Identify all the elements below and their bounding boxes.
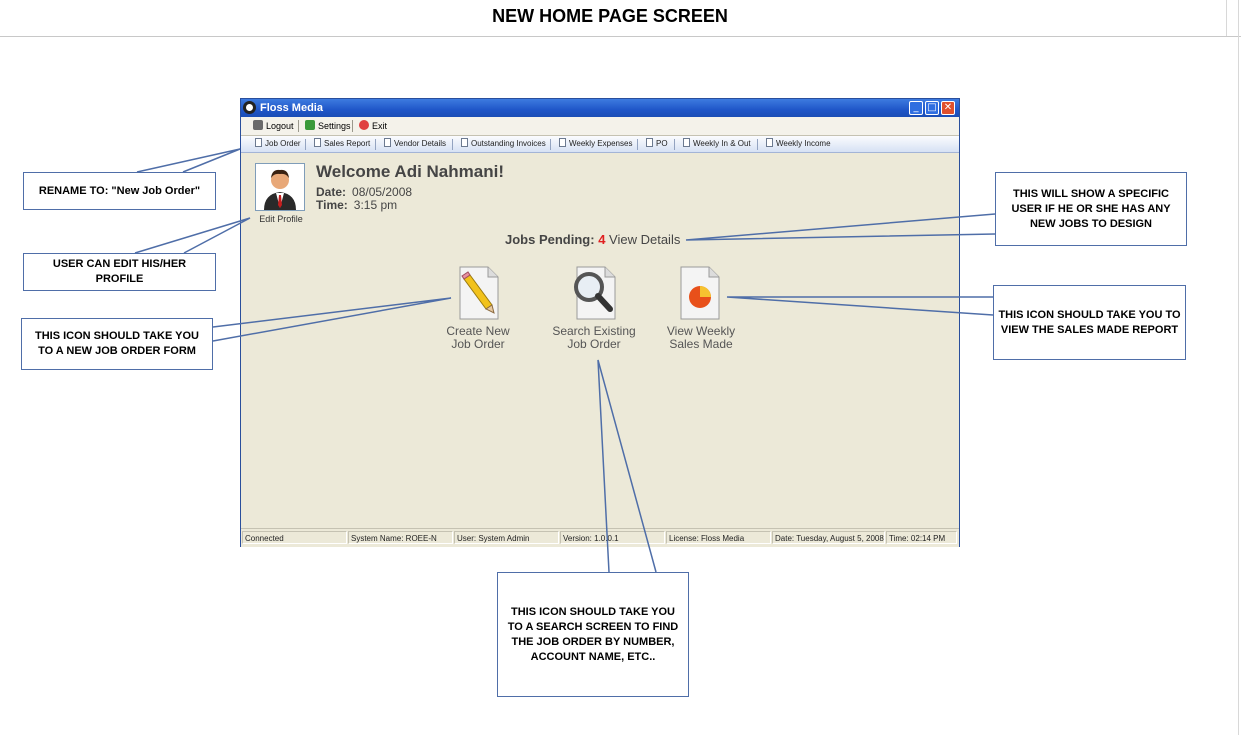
status-system-name: System Name: ROEE-N (348, 531, 453, 544)
toolbar: Job Order Sales Report Vendor Details Ou… (241, 136, 959, 153)
toolbar-separator (375, 139, 376, 150)
app-logo-icon (243, 101, 256, 114)
menu-separator (298, 120, 299, 132)
tab-outstanding-invoices[interactable]: Outstanding Invoices (461, 138, 546, 150)
document-icon (683, 138, 690, 147)
document-icon (384, 138, 391, 147)
status-user: User: System Admin (454, 531, 559, 544)
menu-logout-label: Logout (266, 121, 294, 131)
edit-profile-link[interactable]: Edit Profile (249, 214, 313, 224)
pie-chart-document-icon (680, 266, 720, 320)
date-label: Date: (316, 185, 347, 199)
tab-po[interactable]: PO (646, 138, 668, 150)
tab-label: PO (656, 139, 668, 148)
avatar[interactable] (255, 163, 305, 211)
close-button[interactable]: ✕ (941, 101, 955, 115)
tab-label: Job Order (265, 139, 301, 148)
jobs-pending: Jobs Pending: 4 View Details (505, 232, 680, 247)
pencil-document-icon (459, 266, 499, 320)
status-date: Date: Tuesday, August 5, 2008 (772, 531, 885, 544)
callout-sales: THIS ICON SHOULD TAKE YOU TO VIEW THE SA… (993, 285, 1186, 360)
status-version: Version: 1.0.0.1 (560, 531, 665, 544)
menu-bar: Logout Settings Exit (241, 117, 959, 136)
status-time: Time: 02:14 PM (886, 531, 957, 544)
connector-rename (136, 148, 241, 173)
menu-exit-label: Exit (372, 121, 388, 131)
menu-settings[interactable]: Settings (305, 119, 351, 133)
document-icon (314, 138, 321, 147)
callout-search: THIS ICON SHOULD TAKE YOU TO A SEARCH SC… (497, 572, 689, 697)
view-weekly-sales-button[interactable]: View Weekly Sales Made (646, 265, 756, 351)
content-area: Edit Profile Welcome Adi Nahmani! Date: 0… (241, 153, 959, 527)
menu-exit[interactable]: Exit (359, 119, 387, 133)
status-bar: Connected System Name: ROEE-N User: Syst… (241, 528, 959, 547)
tab-weekly-expenses[interactable]: Weekly Expenses (559, 138, 632, 150)
page-edge-line (1238, 0, 1239, 735)
welcome-heading: Welcome Adi Nahmani! (316, 162, 504, 181)
time-row: Time: 3:15 pm (316, 198, 397, 212)
window-title: Floss Media (260, 102, 323, 114)
document-icon (646, 138, 653, 147)
tab-sales-report[interactable]: Sales Report (314, 138, 370, 150)
toolbar-separator (305, 139, 306, 150)
user-avatar-icon (264, 169, 296, 210)
tab-label: Weekly Expenses (569, 139, 633, 148)
document-icon (559, 138, 566, 147)
exit-icon (359, 120, 369, 130)
tab-vendor-details[interactable]: Vendor Details (384, 138, 446, 150)
document-icon (255, 138, 262, 147)
create-job-order-label-2: Job Order (451, 337, 505, 351)
maximize-button[interactable]: □ (925, 101, 939, 115)
header-divider (0, 36, 1241, 37)
toolbar-separator (674, 139, 675, 150)
tab-label: Weekly In & Out (693, 139, 751, 148)
tab-label: Vendor Details (394, 139, 447, 148)
app-window: Floss Media _ □ ✕ Logout Settings Exit J… (240, 98, 960, 547)
status-license: License: Floss Media (666, 531, 771, 544)
connector-edit-profile (134, 217, 251, 254)
tab-weekly-income[interactable]: Weekly Income (766, 138, 831, 150)
time-value: 3:15 pm (353, 198, 398, 212)
menu-settings-label: Settings (318, 121, 351, 131)
jobs-pending-count: 4 (598, 232, 606, 247)
tab-label: Sales Report (324, 139, 371, 148)
search-job-order-button[interactable]: Search Existing Job Order (539, 265, 649, 351)
page-title: NEW HOME PAGE SCREEN (492, 6, 728, 26)
header-edge-line (1226, 0, 1227, 36)
view-details-link[interactable]: View Details (609, 232, 680, 247)
toolbar-separator (452, 139, 453, 150)
tab-weekly-in-out[interactable]: Weekly In & Out (683, 138, 751, 150)
callout-pending: THIS WILL SHOW A SPECIFIC USER IF HE OR … (995, 172, 1187, 246)
toolbar-separator (550, 139, 551, 150)
title-bar[interactable]: Floss Media _ □ ✕ (241, 99, 959, 117)
callout-edit-profile: USER CAN EDIT HIS/HER PROFILE (23, 253, 216, 291)
menu-logout[interactable]: Logout (253, 119, 294, 133)
tab-job-order[interactable]: Job Order (255, 138, 301, 150)
jobs-pending-label: Jobs Pending: (505, 232, 595, 247)
tab-label: Weekly Income (776, 139, 831, 148)
settings-icon (305, 120, 315, 130)
date-row: Date: 08/05/2008 (316, 185, 412, 199)
minimize-button[interactable]: _ (909, 101, 923, 115)
date-value: 08/05/2008 (352, 185, 413, 199)
magnifier-document-icon (574, 266, 616, 320)
logout-icon (253, 120, 263, 130)
time-label: Time: (316, 198, 348, 212)
search-job-order-label-2: Job Order (567, 337, 621, 351)
document-icon (766, 138, 773, 147)
view-weekly-sales-label-2: Sales Made (669, 337, 733, 351)
callout-rename: RENAME TO: "New Job Order" (23, 172, 216, 210)
callout-new-job: THIS ICON SHOULD TAKE YOU TO A NEW JOB O… (21, 318, 213, 370)
menu-separator (352, 120, 353, 132)
tab-label: Outstanding Invoices (471, 139, 546, 148)
toolbar-separator (757, 139, 758, 150)
document-icon (461, 138, 468, 147)
toolbar-separator (637, 139, 638, 150)
status-connection: Connected (242, 531, 347, 544)
create-job-order-button[interactable]: Create New Job Order (423, 265, 533, 351)
